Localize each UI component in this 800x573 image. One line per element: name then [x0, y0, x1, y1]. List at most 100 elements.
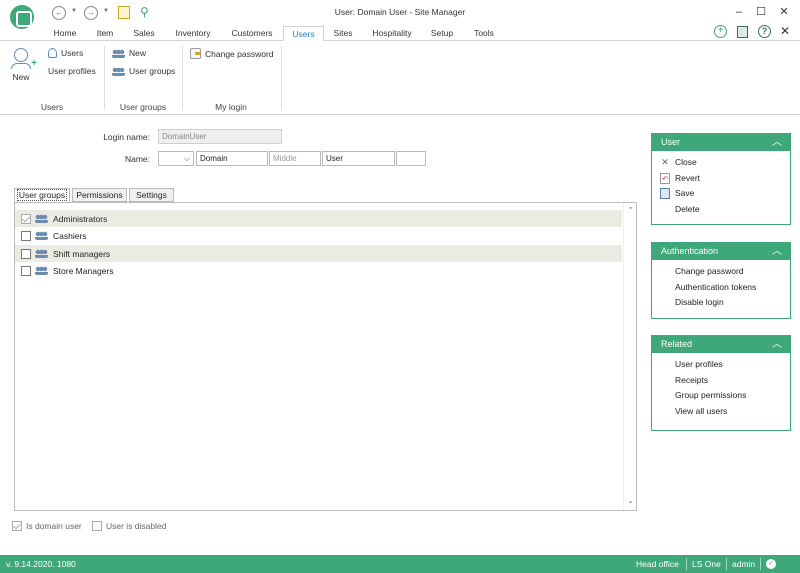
tab-settings[interactable]: Settings: [129, 188, 174, 202]
password-icon: [190, 48, 201, 59]
ribbon-group-users-caption: Users: [40, 102, 64, 112]
tab-tools[interactable]: Tools: [467, 26, 501, 41]
group-checkbox[interactable]: [21, 265, 31, 276]
related-panel: Related ︿ User profiles Receipts Group pe…: [651, 335, 791, 431]
list-item[interactable]: Store Managers: [15, 262, 622, 279]
user-icon: [48, 48, 57, 58]
middle-name-field[interactable]: Middle: [269, 151, 321, 166]
delete-action[interactable]: Delete: [652, 202, 790, 218]
revert-action[interactable]: ↶ Revert: [652, 171, 790, 187]
group-name: Cashiers: [53, 230, 87, 241]
change-password-label: Change password: [675, 266, 744, 276]
is-domain-user-label: Is domain user: [26, 521, 82, 531]
suffix-field[interactable]: [396, 151, 426, 166]
ribbon-user-profiles-button[interactable]: User profiles: [48, 66, 96, 76]
version-text: v. 9.14.2020. 1080: [6, 559, 76, 569]
scroll-down-icon[interactable]: ⌄: [624, 496, 637, 508]
tab-item[interactable]: Item: [90, 26, 120, 41]
add-circle-icon[interactable]: +: [714, 25, 727, 38]
receipts-link[interactable]: Receipts: [652, 373, 790, 389]
tab-inventory[interactable]: Inventory: [168, 26, 218, 41]
user-groups-list[interactable]: Administrators Cashiers Shift managers S…: [14, 202, 637, 511]
user-panel-header[interactable]: User ︿: [652, 134, 790, 151]
title-dropdown[interactable]: ⌵: [158, 151, 194, 166]
group-name: Administrators: [53, 213, 108, 224]
login-name-field[interactable]: DomainUser: [158, 129, 282, 144]
ribbon-user-profiles-label: User profiles: [48, 66, 96, 76]
first-name-field[interactable]: Domain: [196, 151, 268, 166]
group-checkbox[interactable]: [21, 213, 31, 224]
group-checkbox[interactable]: [21, 230, 31, 241]
tab-home[interactable]: Home: [48, 26, 82, 41]
status-bar: [0, 555, 800, 573]
group-icon: [112, 48, 125, 58]
login-name-label: Login name:: [103, 132, 150, 142]
chevron-down-icon: ⌵: [183, 154, 190, 163]
chevron-up-icon[interactable]: ︿: [772, 336, 782, 353]
menu-tabs: Home Item Sales Inventory Customers User…: [0, 26, 800, 42]
window-close-button[interactable]: ✕: [775, 4, 793, 20]
tab-sales[interactable]: Sales: [127, 26, 161, 41]
new-user-button[interactable]: + New: [8, 48, 37, 82]
ribbon-user-groups-label: User groups: [129, 66, 176, 76]
ribbon-new-group-button[interactable]: New: [112, 48, 146, 58]
last-name-field[interactable]: User: [322, 151, 395, 166]
tab-setup[interactable]: Setup: [425, 26, 459, 41]
ribbon-group-usergroups-caption: User groups: [119, 102, 167, 112]
close-document-icon[interactable]: ✕: [780, 24, 790, 38]
scroll-up-icon[interactable]: ⌃: [624, 205, 637, 217]
save-action[interactable]: Save: [652, 186, 790, 202]
ribbon-new-group-label: New: [129, 48, 147, 58]
view-all-users-link[interactable]: View all users: [652, 404, 790, 420]
user-plus-icon: +: [14, 48, 37, 69]
close-action-label: Close: [675, 157, 697, 167]
user-panel: User ︿ ✕ Close ↶ Revert Save Delete: [651, 133, 791, 225]
change-password-action[interactable]: Change password: [652, 264, 790, 280]
group-name: Shift managers: [53, 248, 111, 259]
authentication-panel-header[interactable]: Authentication ︿: [652, 243, 790, 260]
ribbon-divider: [182, 46, 183, 110]
ribbon-user-groups-button[interactable]: User groups: [112, 66, 175, 76]
window-title: User: Domain User - Site Manager: [334, 7, 466, 17]
related-panel-header[interactable]: Related ︿: [652, 336, 790, 353]
status-divider: [760, 558, 761, 570]
tab-sites[interactable]: Sites: [328, 26, 358, 41]
tab-hospitality[interactable]: Hospitality: [366, 26, 418, 41]
user-profiles-link[interactable]: User profiles: [652, 357, 790, 373]
close-action[interactable]: ✕ Close: [652, 155, 790, 171]
tab-user-groups[interactable]: User groups: [14, 188, 70, 202]
chevron-up-icon[interactable]: ︿: [772, 243, 782, 260]
delete-action-label: Delete: [675, 203, 700, 214]
help-icon[interactable]: ?: [758, 25, 771, 38]
user-panel-title: User: [661, 137, 681, 147]
disable-login-label: Disable login: [675, 297, 724, 307]
group-checkbox[interactable]: [21, 248, 31, 259]
chevron-up-icon[interactable]: ︿: [772, 134, 782, 151]
list-item[interactable]: Administrators: [15, 210, 622, 227]
authentication-tokens-action[interactable]: Authentication tokens: [652, 280, 790, 296]
group-permissions-link[interactable]: Group permissions: [652, 388, 790, 404]
tab-users[interactable]: Users: [283, 26, 324, 42]
group-icon: [35, 214, 48, 223]
list-item[interactable]: Cashiers: [15, 227, 622, 244]
tab-customers[interactable]: Customers: [225, 26, 279, 41]
view-all-users-label: View all users: [675, 405, 728, 416]
ribbon-change-password-button[interactable]: Change password: [190, 48, 274, 59]
ribbon-divider: [281, 46, 282, 110]
tab-user-groups-label: User groups: [16, 189, 68, 201]
minimize-button[interactable]: –: [730, 4, 748, 20]
ribbon-change-password-label: Change password: [205, 48, 274, 59]
ribbon-users-button[interactable]: Users: [48, 48, 83, 58]
book-icon[interactable]: [737, 26, 748, 38]
disable-login-action[interactable]: Disable login: [652, 295, 790, 311]
maximize-button[interactable]: ☐: [752, 4, 770, 20]
user-body-icon: [11, 63, 31, 69]
list-item[interactable]: Shift managers: [15, 245, 622, 262]
user-is-disabled-checkbox[interactable]: User is disabled: [92, 521, 166, 531]
ribbon-divider: [104, 46, 105, 110]
tab-permissions[interactable]: Permissions: [72, 188, 127, 202]
is-domain-user-checkbox[interactable]: Is domain user: [12, 521, 82, 531]
status-divider: [686, 558, 687, 570]
authentication-panel: Authentication ︿ Change password Authenti…: [651, 242, 791, 319]
vertical-scrollbar[interactable]: ⌃ ⌄: [623, 203, 636, 510]
